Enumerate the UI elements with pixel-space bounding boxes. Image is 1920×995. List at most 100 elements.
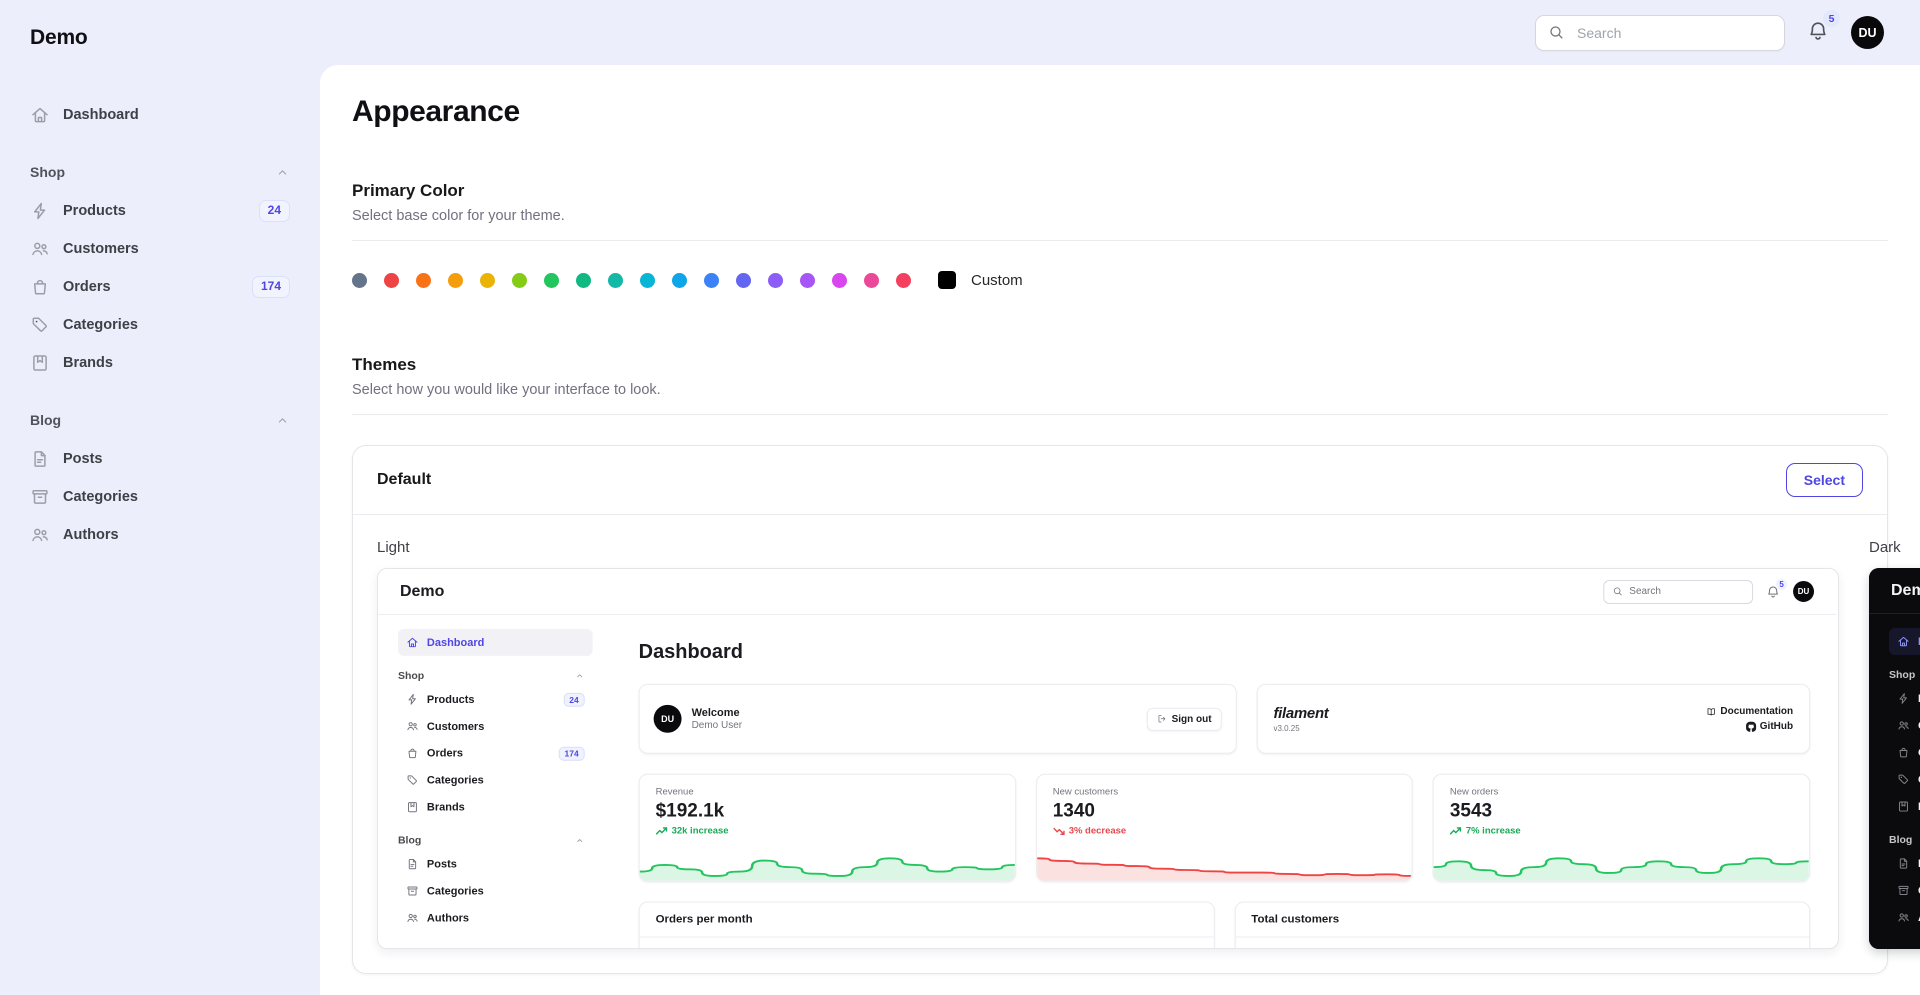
sidebar-item-customers: Customers — [398, 713, 593, 740]
global-search[interactable] — [1535, 15, 1785, 51]
search-input[interactable] — [1575, 24, 1772, 42]
sidebar-item-products[interactable]: Products24 — [30, 192, 290, 230]
bookmark-icon — [30, 353, 50, 373]
color-swatch-fuchsia[interactable] — [832, 273, 847, 288]
mini-dashboard-preview: Demo Search 5 DU DashboardShopProducts24… — [378, 569, 1836, 949]
sidebar-item-categories[interactable]: Categories — [30, 306, 290, 344]
nav-label: Posts — [63, 451, 103, 467]
chevron-up-icon — [575, 836, 585, 846]
sidebar-item-dashboard[interactable]: Dashboard — [30, 96, 290, 134]
stat-delta: 7% increase — [1450, 826, 1793, 837]
documentation-link: Documentation — [1706, 706, 1793, 717]
nav-label: Orders — [427, 747, 463, 759]
sidebar-group-blog: BlogPostsCategoriesAuthors — [398, 835, 593, 932]
welcome-card: DU Welcome Demo User Sign out — [639, 684, 1237, 754]
filament-card: filament v3.0.25 Documentation GitHub — [1256, 684, 1810, 754]
theme-card-body: Light Demo Search 5 DU DashboardShopProd… — [353, 514, 1887, 973]
color-swatch-violet[interactable] — [768, 273, 783, 288]
color-swatch-amber[interactable] — [448, 273, 463, 288]
orders-chart-card: Orders per month 2,0003,0004,0005,0006,0… — [639, 902, 1215, 949]
color-swatch-orange[interactable] — [416, 273, 431, 288]
color-swatch-rose[interactable] — [896, 273, 911, 288]
sidebar-item-orders: Orders174 — [1889, 739, 1920, 766]
group-label: Blog — [398, 835, 421, 847]
color-swatch-blue[interactable] — [704, 273, 719, 288]
home-icon — [406, 636, 419, 649]
sparkline-chart — [640, 855, 1015, 881]
topbar: 5 DU — [320, 0, 1920, 65]
sidebar-item-categories[interactable]: Categories — [30, 478, 290, 516]
sidebar-item-authors[interactable]: Authors — [30, 516, 290, 554]
sidebar-item-customers[interactable]: Customers — [30, 230, 290, 268]
search-icon — [1548, 24, 1565, 41]
color-swatch-custom[interactable] — [938, 271, 956, 289]
color-swatch-pink[interactable] — [864, 273, 879, 288]
primary-color-description: Select base color for your theme. — [352, 208, 1888, 224]
nav-label: Categories — [427, 774, 484, 786]
sign-out-button: Sign out — [1147, 707, 1222, 730]
color-swatch-red[interactable] — [384, 273, 399, 288]
sidebar-group-blog: BlogPostsCategoriesAuthors — [1889, 834, 1920, 931]
color-swatch-yellow[interactable] — [480, 273, 495, 288]
stat-delta: 3% decrease — [1053, 826, 1396, 837]
group-toggle-shop[interactable]: Shop — [30, 156, 290, 188]
sidebar-group-shop: Shop Products24CustomersOrders174 Categori… — [30, 156, 290, 382]
count-badge: 174 — [559, 746, 585, 760]
color-swatch-row: Custom — [352, 271, 1888, 289]
select-theme-button[interactable]: Select — [1786, 463, 1863, 497]
tag-icon — [30, 315, 50, 335]
tag-icon — [1897, 773, 1910, 786]
archive-box-icon — [1897, 884, 1910, 897]
group-label: Shop — [1889, 669, 1915, 681]
sidebar-item-brands[interactable]: Brands — [30, 344, 290, 382]
chevron-up-icon — [575, 671, 585, 681]
user-avatar[interactable]: DU — [1851, 16, 1884, 49]
color-swatch-emerald[interactable] — [576, 273, 591, 288]
preview-bell-icon: 5 — [1766, 584, 1780, 598]
sidebar-item-posts[interactable]: Posts — [30, 440, 290, 478]
themes-heading: Themes — [352, 355, 1888, 375]
nav-label: Brands — [63, 355, 113, 371]
primary-color-section: Primary Color Select base color for your… — [352, 181, 1888, 289]
stat-card-new-orders: New orders35437% increase — [1433, 774, 1810, 882]
color-swatch-sky[interactable] — [672, 273, 687, 288]
color-swatch-cyan[interactable] — [640, 273, 655, 288]
preview-search-placeholder: Search — [1629, 586, 1661, 597]
color-swatch-purple[interactable] — [800, 273, 815, 288]
documentation-icon — [1706, 706, 1716, 716]
themes-description: Select how you would like your interface… — [352, 382, 1888, 398]
nav-label: Categories — [427, 885, 484, 897]
theme-card-header: Default Select — [353, 446, 1887, 514]
color-swatch-lime[interactable] — [512, 273, 527, 288]
sparkline-chart — [1434, 855, 1809, 881]
home-icon — [30, 105, 50, 125]
stat-label: New customers — [1053, 787, 1396, 798]
sidebar-item-orders[interactable]: Orders174 — [30, 268, 290, 306]
group-toggle-blog: Blog — [1889, 834, 1920, 846]
brand[interactable]: Demo — [30, 26, 290, 50]
group-toggle-blog[interactable]: Blog — [30, 404, 290, 436]
document-icon — [406, 858, 419, 871]
bolt-icon — [406, 693, 419, 706]
sidebar-item-orders: Orders 174 — [398, 740, 593, 767]
group-label: Shop — [30, 164, 65, 180]
group-toggle-shop: Shop — [398, 670, 593, 682]
notifications-button[interactable]: 5 — [1805, 18, 1831, 47]
users-icon — [406, 912, 419, 925]
nav-label: Posts — [427, 858, 457, 870]
nav-label: Categories — [63, 317, 138, 333]
github-link: GitHub — [1746, 721, 1793, 732]
shopping-bag-icon — [30, 277, 50, 297]
variant-light-label: Light — [377, 539, 1839, 556]
color-swatch-green[interactable] — [544, 273, 559, 288]
sidebar-item-customers: Customers — [1889, 712, 1920, 739]
variant-dark: Dark Demo Search 5 DU DashboardShopProdu… — [1869, 539, 1920, 949]
color-swatch-indigo[interactable] — [736, 273, 751, 288]
group-toggle-blog: Blog — [398, 835, 593, 847]
nav-label: Products — [63, 203, 126, 219]
color-swatch-teal[interactable] — [608, 273, 623, 288]
stat-card-revenue: Revenue$192.1k32k increase — [639, 774, 1016, 882]
color-swatch-slate[interactable] — [352, 273, 367, 288]
variant-dark-label: Dark — [1869, 539, 1920, 556]
theme-name: Default — [377, 471, 431, 489]
